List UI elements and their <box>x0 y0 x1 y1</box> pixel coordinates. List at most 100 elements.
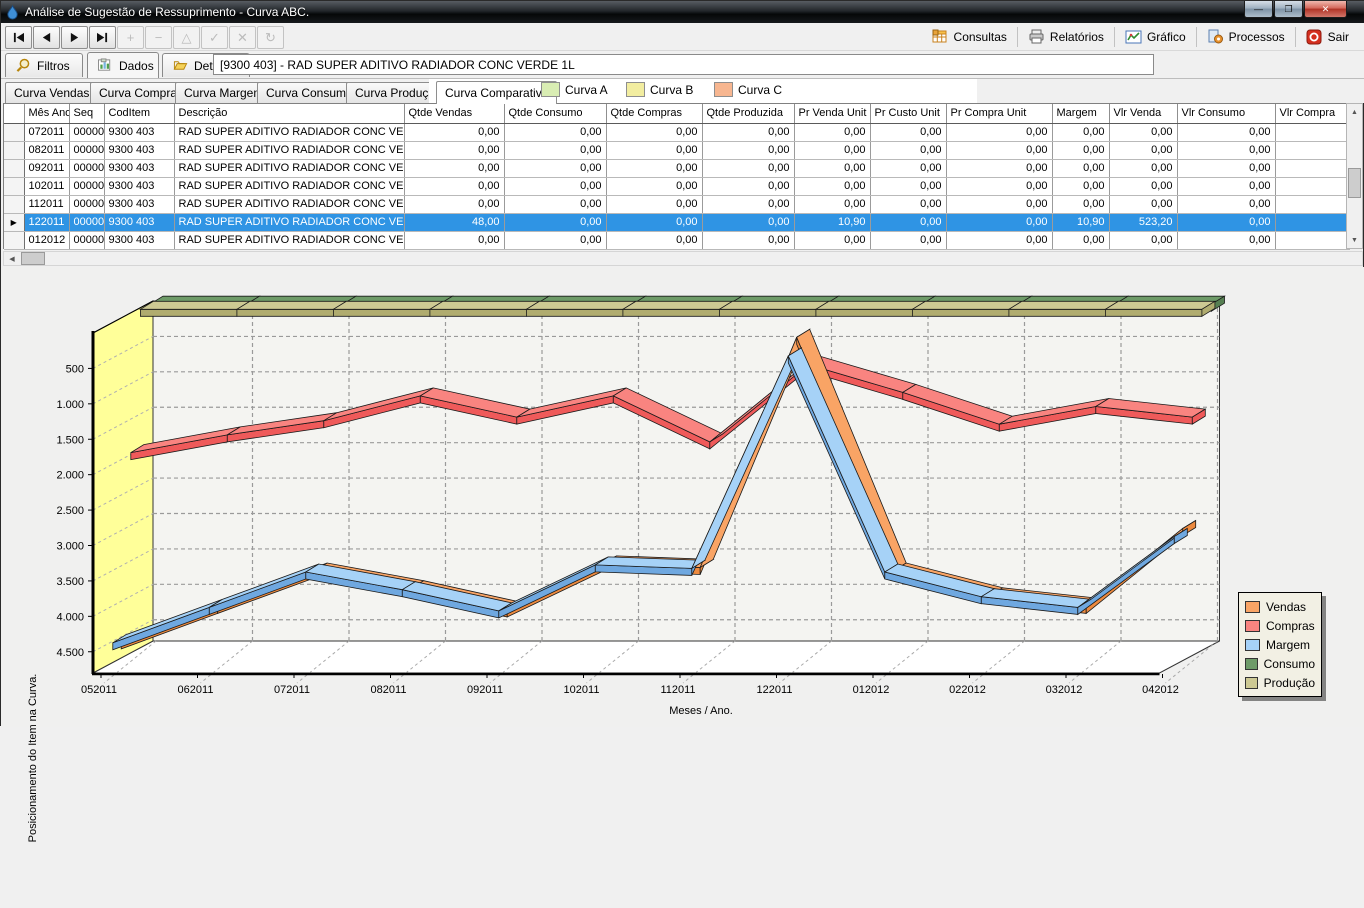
grid-cell[interactable]: 0,00 <box>794 177 870 195</box>
close-button[interactable]: ✕ <box>1304 1 1347 18</box>
grid-cell[interactable]: 10,90 <box>1052 213 1109 231</box>
grid-cell[interactable]: 0,00 <box>404 123 504 141</box>
grid-cell[interactable] <box>1275 123 1349 141</box>
grid-cell[interactable]: RAD SUPER ADITIVO RADIADOR CONC VERDE 1L <box>174 231 404 249</box>
column-header[interactable] <box>4 104 24 123</box>
grid-cell[interactable]: 0,00 <box>1052 159 1109 177</box>
column-header[interactable]: Vlr Consumo <box>1177 104 1275 123</box>
grid-cell[interactable]: 0,00 <box>946 177 1052 195</box>
grid-cell[interactable]: 0,00 <box>794 195 870 213</box>
processos-button[interactable]: Processos <box>1197 27 1295 47</box>
table-row[interactable]: 0720110000019300 403RAD SUPER ADITIVO RA… <box>4 123 1349 141</box>
table-row[interactable]: 1020110000019300 403RAD SUPER ADITIVO RA… <box>4 177 1349 195</box>
title-bar[interactable]: Análise de Sugestão de Ressuprimento - C… <box>1 1 1364 23</box>
grid-cell[interactable]: 0,00 <box>870 231 946 249</box>
grid-cell[interactable]: 000001 <box>69 213 104 231</box>
grid-cell[interactable] <box>1275 177 1349 195</box>
nav-insert[interactable]: + <box>117 26 144 49</box>
nav-edit[interactable]: △ <box>173 26 200 49</box>
grid-cell[interactable]: 9300 403 <box>104 231 174 249</box>
grid-cell[interactable]: 000001 <box>69 141 104 159</box>
grid-cell[interactable]: 0,00 <box>504 195 606 213</box>
grid-cell[interactable]: 122011 <box>24 213 69 231</box>
grid-cell[interactable]: 0,00 <box>870 213 946 231</box>
grid-cell[interactable]: 0,00 <box>1177 141 1275 159</box>
grid-cell[interactable]: 0,00 <box>946 195 1052 213</box>
grid-cell[interactable]: 112011 <box>24 195 69 213</box>
grid-cell[interactable]: 000001 <box>69 231 104 249</box>
grid-cell[interactable]: 012012 <box>24 231 69 249</box>
grid-cell[interactable]: 9300 403 <box>104 159 174 177</box>
grid-cell[interactable]: 0,00 <box>504 231 606 249</box>
grid-cell[interactable]: 0,00 <box>1052 123 1109 141</box>
grid-cell[interactable]: 0,00 <box>794 141 870 159</box>
grid-cell[interactable] <box>1275 195 1349 213</box>
grid-cell[interactable]: 0,00 <box>870 195 946 213</box>
grid-cell[interactable]: 0,00 <box>702 177 794 195</box>
grid-cell[interactable]: 0,00 <box>504 213 606 231</box>
column-header[interactable]: CodItem <box>104 104 174 123</box>
nav-next[interactable] <box>61 26 88 49</box>
grid-cell[interactable]: 0,00 <box>1109 159 1177 177</box>
grid-cell[interactable]: RAD SUPER ADITIVO RADIADOR CONC VERDE 1L <box>174 213 404 231</box>
grid-cell[interactable]: 0,00 <box>1177 123 1275 141</box>
grid-cell[interactable]: 0,00 <box>946 123 1052 141</box>
grid-cell[interactable]: 0,00 <box>702 123 794 141</box>
grid-cell[interactable]: 0,00 <box>702 213 794 231</box>
grid-cell[interactable]: 0,00 <box>1109 177 1177 195</box>
column-header[interactable]: Margem <box>1052 104 1109 123</box>
grid-cell[interactable]: 102011 <box>24 177 69 195</box>
grid-cell[interactable]: 0,00 <box>1109 123 1177 141</box>
nav-cancel[interactable]: ✕ <box>229 26 256 49</box>
grid-cell[interactable]: 0,00 <box>504 177 606 195</box>
grid-cell[interactable]: 0,00 <box>870 123 946 141</box>
grid-cell[interactable]: 0,00 <box>702 159 794 177</box>
grid-cell[interactable]: 000001 <box>69 123 104 141</box>
grid-cell[interactable]: 000001 <box>69 177 104 195</box>
column-header[interactable]: Vlr Compra <box>1275 104 1349 123</box>
grid-cell[interactable]: RAD SUPER ADITIVO RADIADOR CONC VERDE 1L <box>174 195 404 213</box>
grid-cell[interactable]: 0,00 <box>946 159 1052 177</box>
column-header[interactable]: Qtde Consumo <box>504 104 606 123</box>
consultas-button[interactable]: Consultas <box>922 27 1017 47</box>
grid-cell[interactable]: 9300 403 <box>104 177 174 195</box>
grid-cell[interactable]: 0,00 <box>404 195 504 213</box>
nav-delete[interactable]: − <box>145 26 172 49</box>
grid-cell[interactable] <box>1275 213 1349 231</box>
column-header[interactable]: Pr Compra Unit <box>946 104 1052 123</box>
grid-cell[interactable]: 9300 403 <box>104 141 174 159</box>
column-header[interactable]: Descrição <box>174 104 404 123</box>
grid-cell[interactable]: 9300 403 <box>104 123 174 141</box>
grid-cell[interactable]: 0,00 <box>946 231 1052 249</box>
column-header[interactable]: Seq <box>69 104 104 123</box>
scroll-thumb[interactable] <box>1348 168 1361 198</box>
grid-cell[interactable]: 9300 403 <box>104 213 174 231</box>
grid-cell[interactable]: 10,90 <box>794 213 870 231</box>
grid-cell[interactable]: 0,00 <box>946 141 1052 159</box>
grid-cell[interactable]: 0,00 <box>1052 177 1109 195</box>
grid-cell[interactable]: 0,00 <box>794 123 870 141</box>
grid-cell[interactable]: 0,00 <box>606 231 702 249</box>
grid-cell[interactable]: 0,00 <box>1177 195 1275 213</box>
grid-cell[interactable]: 0,00 <box>870 141 946 159</box>
grid-cell[interactable]: 0,00 <box>606 141 702 159</box>
grid-cell[interactable]: 0,00 <box>1052 195 1109 213</box>
scroll-down-arrow-icon[interactable]: ▼ <box>1348 233 1361 247</box>
grid-cell[interactable]: 48,00 <box>404 213 504 231</box>
column-header[interactable]: Mês Ano <box>24 104 69 123</box>
grid-cell[interactable]: 0,00 <box>606 177 702 195</box>
grid-cell[interactable]: 0,00 <box>404 141 504 159</box>
nav-prior[interactable] <box>33 26 60 49</box>
grid-horizontal-scrollbar[interactable]: ◀ <box>3 251 1363 266</box>
nav-refresh[interactable]: ↻ <box>257 26 284 49</box>
grid-cell[interactable]: 0,00 <box>1052 141 1109 159</box>
grid-cell[interactable]: 0,00 <box>702 141 794 159</box>
grid-cell[interactable]: RAD SUPER ADITIVO RADIADOR CONC VERDE 1L <box>174 159 404 177</box>
table-row[interactable]: 1120110000019300 403RAD SUPER ADITIVO RA… <box>4 195 1349 213</box>
grid-cell[interactable]: 0,00 <box>404 177 504 195</box>
grid-cell[interactable]: 0,00 <box>504 159 606 177</box>
subtab-curva-vendas[interactable]: Curva Vendas <box>5 82 98 103</box>
grid-cell[interactable]: 0,00 <box>1109 141 1177 159</box>
grid-cell[interactable]: 0,00 <box>606 213 702 231</box>
minimize-button[interactable]: — <box>1244 1 1273 18</box>
